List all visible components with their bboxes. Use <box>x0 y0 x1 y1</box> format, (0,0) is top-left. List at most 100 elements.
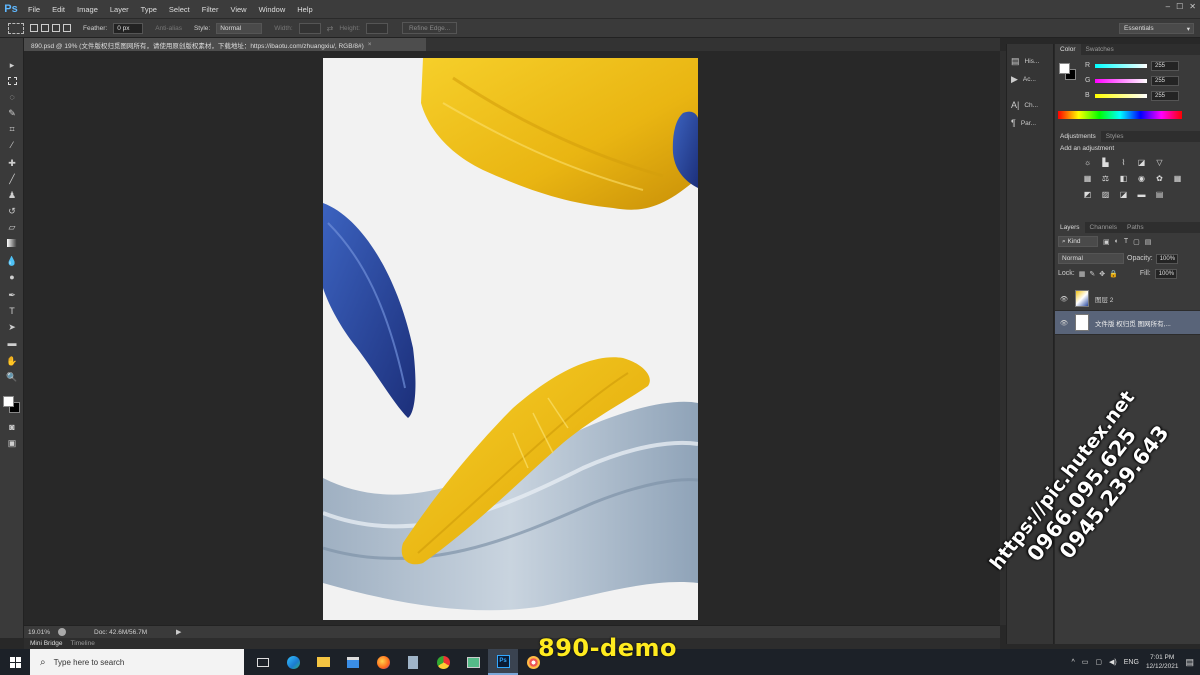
paragraph-panel-button[interactable]: ¶ Par... <box>1011 118 1036 128</box>
start-button[interactable] <box>0 649 30 675</box>
green-slider[interactable] <box>1095 78 1147 83</box>
swap-dimensions-icon[interactable]: ⇄ <box>327 24 334 33</box>
network-icon[interactable]: ▭ <box>1082 658 1089 666</box>
color-swatches[interactable] <box>3 396 21 414</box>
eye-icon[interactable]: 👁 <box>1055 319 1073 327</box>
color-spectrum-ramp[interactable] <box>1058 111 1182 119</box>
layer-filter-kind[interactable]: ⌕ Kind <box>1058 236 1098 247</box>
path-selection-tool-icon[interactable]: ➤ <box>5 320 19 334</box>
layer-row-selected[interactable]: 👁 文件版 权归觅 图网所有,... <box>1055 311 1200 335</box>
menu-edit[interactable]: Edit <box>46 5 71 14</box>
firefox-app[interactable] <box>368 649 398 675</box>
filter-smart-icon[interactable]: ▤ <box>1145 238 1152 246</box>
dodge-tool-icon[interactable]: ● <box>5 270 19 284</box>
clock[interactable]: 7:01 PM 12/12/2021 <box>1146 653 1179 671</box>
healing-brush-tool-icon[interactable]: ✚ <box>5 156 19 170</box>
lock-transparent-icon[interactable]: ▦ <box>1079 270 1086 278</box>
curves-icon[interactable]: ⌇ <box>1118 158 1129 168</box>
close-button[interactable]: ✕ <box>1189 2 1196 11</box>
tab-styles[interactable]: Styles <box>1101 131 1129 142</box>
feather-input[interactable]: 0 px <box>113 22 144 34</box>
color-fg-bg-swatch[interactable] <box>1059 63 1077 81</box>
minimize-button[interactable]: – <box>1166 2 1170 11</box>
blur-tool-icon[interactable]: 💧 <box>5 254 19 268</box>
filter-pixel-icon[interactable]: ▣ <box>1103 238 1110 246</box>
blue-value[interactable]: 255 <box>1151 90 1179 101</box>
green-value[interactable]: 255 <box>1151 75 1179 86</box>
refine-edge-button[interactable]: Refine Edge... <box>401 22 458 34</box>
chevron-up-icon[interactable]: ^ <box>1072 659 1075 666</box>
menu-select[interactable]: Select <box>163 5 196 14</box>
blue-slider[interactable] <box>1095 93 1147 98</box>
marquee-tool-icon[interactable] <box>5 74 19 88</box>
volume-icon[interactable]: ◀) <box>1109 658 1117 666</box>
height-input[interactable] <box>365 22 388 34</box>
tab-adjustments[interactable]: Adjustments <box>1055 131 1101 142</box>
channel-mixer-icon[interactable]: ✿ <box>1154 174 1165 184</box>
lasso-tool-icon[interactable]: ◌ <box>5 90 19 104</box>
vibrance-icon[interactable]: ▽ <box>1154 158 1165 168</box>
zoom-level[interactable]: 19.01% <box>24 629 58 636</box>
gradient-tool-icon[interactable] <box>5 236 19 250</box>
shape-tool-icon[interactable]: ▬ <box>5 336 19 350</box>
status-arrow-icon[interactable]: ▶ <box>176 628 181 636</box>
quick-mask-icon[interactable]: ◙ <box>5 420 19 434</box>
menu-layer[interactable]: Layer <box>104 5 135 14</box>
tab-mini-bridge[interactable]: Mini Bridge <box>30 640 63 647</box>
menu-view[interactable]: View <box>224 5 252 14</box>
antialias-checkbox[interactable]: Anti-alias <box>155 25 182 32</box>
opacity-value[interactable]: 100% <box>1155 253 1178 264</box>
zoom-tool-icon[interactable]: 🔍 <box>5 370 19 384</box>
quick-select-tool-icon[interactable]: ✎ <box>5 106 19 120</box>
lock-position-icon[interactable]: ✥ <box>1099 270 1105 278</box>
actions-panel-button[interactable]: ▶ Ac... <box>1011 74 1036 85</box>
selection-mode-icons[interactable] <box>30 24 71 32</box>
image-viewer-app[interactable] <box>458 649 488 675</box>
chrome-app[interactable] <box>428 649 458 675</box>
tab-layers[interactable]: Layers <box>1055 222 1085 233</box>
foreground-color-swatch[interactable] <box>3 396 14 407</box>
character-panel-button[interactable]: A| Ch... <box>1011 100 1038 110</box>
menu-file[interactable]: File <box>22 5 46 14</box>
tab-color[interactable]: Color <box>1055 44 1081 55</box>
tab-swatches[interactable]: Swatches <box>1081 44 1119 55</box>
selective-color-icon[interactable]: ▤ <box>1154 190 1165 200</box>
store-app[interactable] <box>338 649 368 675</box>
lock-image-icon[interactable]: ✎ <box>1089 270 1095 278</box>
style-select[interactable]: Normal <box>216 22 263 34</box>
calculator-app[interactable] <box>398 649 428 675</box>
brush-tool-icon[interactable]: ╱ <box>5 172 19 186</box>
marquee-preset-icon[interactable] <box>8 22 24 34</box>
eye-icon[interactable]: 👁 <box>1055 295 1073 303</box>
eraser-tool-icon[interactable]: ▱ <box>5 220 19 234</box>
close-tab-icon[interactable]: × <box>368 41 372 48</box>
filter-shape-icon[interactable]: ▢ <box>1133 238 1140 246</box>
tab-timeline[interactable]: Timeline <box>71 640 95 647</box>
photo-filter-icon[interactable]: ◉ <box>1136 174 1147 184</box>
pen-tool-icon[interactable]: ✒ <box>5 288 19 302</box>
blend-mode-select[interactable]: Normal <box>1058 253 1124 264</box>
move-tool-icon[interactable]: ▸ <box>5 58 19 72</box>
red-value[interactable]: 255 <box>1151 60 1179 71</box>
posterize-icon[interactable]: ▨ <box>1100 190 1111 200</box>
lock-all-icon[interactable]: 🔒 <box>1109 270 1118 278</box>
hand-tool-icon[interactable]: ✋ <box>5 354 19 368</box>
filter-type-icon[interactable]: T <box>1124 238 1128 245</box>
photoshop-app[interactable]: Ps <box>488 649 518 675</box>
edge-app[interactable] <box>278 649 308 675</box>
menu-filter[interactable]: Filter <box>196 5 225 14</box>
menu-help[interactable]: Help <box>291 5 318 14</box>
history-panel-button[interactable]: ▤ His... <box>1011 56 1039 67</box>
menu-window[interactable]: Window <box>253 5 292 14</box>
hue-saturation-icon[interactable]: ▦ <box>1082 174 1093 184</box>
color-lookup-icon[interactable]: ▦ <box>1172 174 1183 184</box>
fill-value[interactable]: 100% <box>1154 268 1177 279</box>
document-canvas[interactable] <box>323 58 698 620</box>
notifications-icon[interactable]: ▤ <box>1185 657 1194 668</box>
screen-mode-icon[interactable]: ▣ <box>5 436 19 450</box>
invert-icon[interactable]: ◩ <box>1082 190 1093 200</box>
eyedropper-tool-icon[interactable]: ⁄ <box>5 138 19 152</box>
crop-tool-icon[interactable]: ⌗ <box>5 122 19 136</box>
black-white-icon[interactable]: ◧ <box>1118 174 1129 184</box>
exposure-icon[interactable]: ◪ <box>1136 158 1147 168</box>
